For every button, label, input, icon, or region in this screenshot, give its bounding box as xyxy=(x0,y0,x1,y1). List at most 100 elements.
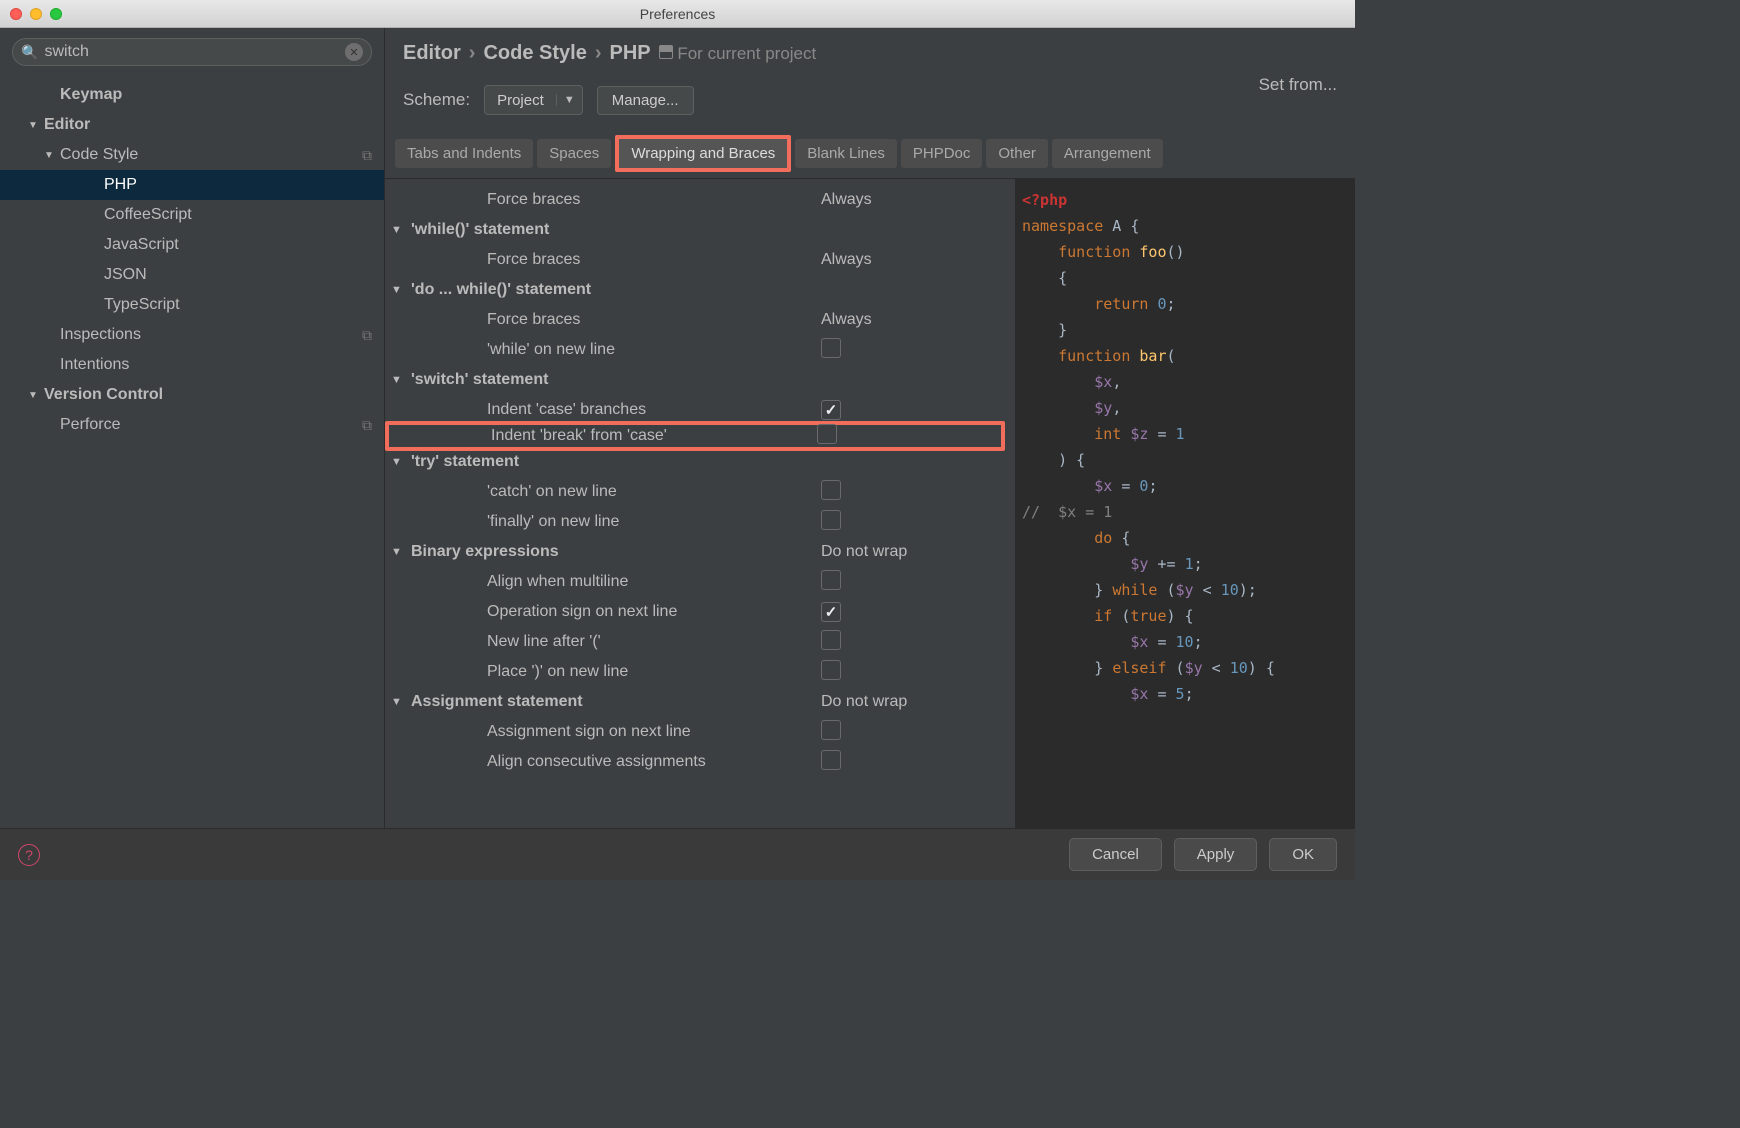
checkbox[interactable] xyxy=(821,602,841,622)
option-place-on-new-line[interactable]: Place ')' on new line xyxy=(385,657,1005,687)
checkbox[interactable] xyxy=(821,720,841,740)
sidebar-item-label: Version Control xyxy=(44,386,163,404)
chevron-right-icon: › xyxy=(469,42,476,65)
option-switch-statement[interactable]: ▼'switch' statement xyxy=(385,365,1005,395)
option-value[interactable]: Always xyxy=(821,191,872,208)
checkbox[interactable] xyxy=(821,660,841,680)
window-title: Preferences xyxy=(0,6,1355,22)
option-binary-expressions[interactable]: ▼Binary expressionsDo not wrap xyxy=(385,537,1005,567)
help-icon[interactable]: ? xyxy=(18,844,40,866)
option-catch-on-new-line[interactable]: 'catch' on new line xyxy=(385,477,1005,507)
settings-tree: Keymap ▼Editor ▼ Code Style ⧉ PHP CoffeeScript… xyxy=(0,76,384,440)
option-force-braces: Force bracesAlways xyxy=(385,305,1005,335)
cancel-button[interactable]: Cancel xyxy=(1069,838,1162,871)
apply-button[interactable]: Apply xyxy=(1174,838,1258,871)
disclosure-icon: ▼ xyxy=(44,150,56,161)
disclosure-icon: ▼ xyxy=(391,456,405,468)
option-new-line-after[interactable]: New line after '(' xyxy=(385,627,1005,657)
checkbox[interactable] xyxy=(821,570,841,590)
sidebar-item-coffeescript[interactable]: CoffeeScript xyxy=(0,200,384,230)
scheme-value: Project xyxy=(485,92,556,109)
disclosure-icon: ▼ xyxy=(391,696,405,708)
sidebar-item-label: Perforce xyxy=(60,416,120,434)
sidebar-item-php[interactable]: PHP xyxy=(0,170,384,200)
sidebar-item-json[interactable]: JSON xyxy=(0,260,384,290)
titlebar: Preferences xyxy=(0,0,1355,28)
search-text-field[interactable] xyxy=(44,43,339,61)
option-while-on-new-line[interactable]: 'while' on new line xyxy=(385,335,1005,365)
tab-arrangement[interactable]: Arrangement xyxy=(1052,139,1163,168)
option-try-statement[interactable]: ▼'try' statement xyxy=(385,447,1005,477)
copy-icon: ⧉ xyxy=(362,417,372,434)
option-value[interactable]: Always xyxy=(821,311,872,328)
checkbox[interactable] xyxy=(821,338,841,358)
option-value[interactable]: Do not wrap xyxy=(821,543,907,560)
sidebar-item-label: JSON xyxy=(104,266,147,284)
option-align-when-multiline[interactable]: Align when multiline xyxy=(385,567,1005,597)
breadcrumb-php: PHP xyxy=(609,42,650,65)
option-do-while-statement[interactable]: ▼'do ... while()' statement xyxy=(385,275,1005,305)
sidebar-item-label: JavaScript xyxy=(104,236,179,254)
sidebar-item-label: Code Style xyxy=(60,146,138,164)
checkbox[interactable] xyxy=(821,630,841,650)
sidebar-item-typescript[interactable]: TypeScript xyxy=(0,290,384,320)
sidebar-item-label: CoffeeScript xyxy=(104,206,192,224)
sidebar-item-intentions[interactable]: Intentions xyxy=(0,350,384,380)
sidebar-item-keymap[interactable]: Keymap xyxy=(0,80,384,110)
tab-tabs-and-indents[interactable]: Tabs and Indents xyxy=(395,139,533,168)
main-panel: Editor › Code Style › PHP For current pr… xyxy=(385,28,1355,828)
sidebar-item-perforce[interactable]: Perforce ⧉ xyxy=(0,410,384,440)
option-assignment-statement[interactable]: ▼Assignment statementDo not wrap xyxy=(385,687,1005,717)
disclosure-icon: ▼ xyxy=(391,374,405,386)
code-preview: <?phpnamespace A { function foo() { retu… xyxy=(1015,179,1355,828)
breadcrumb: Editor › Code Style › PHP For current pr… xyxy=(403,42,816,65)
sidebar-item-version-control[interactable]: ▼ Version Control xyxy=(0,380,384,410)
option-force-braces: Force bracesAlways xyxy=(385,185,1005,215)
tab-phpdoc[interactable]: PHPDoc xyxy=(901,139,983,168)
copy-icon: ⧉ xyxy=(362,147,372,164)
breadcrumb-editor: Editor xyxy=(403,42,461,65)
checkbox[interactable] xyxy=(817,424,837,444)
option-value[interactable]: Always xyxy=(821,251,872,268)
tab-wrapping-and-braces[interactable]: Wrapping and Braces xyxy=(615,135,791,172)
tabs: Tabs and IndentsSpacesWrapping and Brace… xyxy=(385,135,1355,172)
scheme-select[interactable]: Project ▼ xyxy=(484,85,583,115)
chevron-right-icon: › xyxy=(595,42,602,65)
checkbox[interactable] xyxy=(821,510,841,530)
copy-icon: ⧉ xyxy=(362,327,372,344)
scope-badge: For current project xyxy=(659,44,817,64)
option-operation-sign-on-next-line[interactable]: Operation sign on next line xyxy=(385,597,1005,627)
ok-button[interactable]: OK xyxy=(1269,838,1337,871)
option-align-consecutive-assignments[interactable]: Align consecutive assignments xyxy=(385,747,1005,777)
tab-other[interactable]: Other xyxy=(986,139,1048,168)
option-while-statement[interactable]: ▼'while()' statement xyxy=(385,215,1005,245)
breadcrumb-code-style: Code Style xyxy=(483,42,586,65)
checkbox[interactable] xyxy=(821,400,841,420)
search-input[interactable]: 🔍 ✕ xyxy=(12,38,372,66)
set-from-link[interactable]: Set from... xyxy=(1259,75,1337,95)
disclosure-icon: ▼ xyxy=(391,224,405,236)
option-finally-on-new-line[interactable]: 'finally' on new line xyxy=(385,507,1005,537)
disclosure-icon: ▼ xyxy=(28,390,40,401)
dialog-footer: ? Cancel Apply OK xyxy=(0,828,1355,880)
tab-spaces[interactable]: Spaces xyxy=(537,139,611,168)
sidebar-item-inspections[interactable]: Inspections⧉ xyxy=(0,320,384,350)
checkbox[interactable] xyxy=(821,750,841,770)
chevron-down-icon: ▼ xyxy=(556,94,582,106)
sidebar-item-javascript[interactable]: JavaScript xyxy=(0,230,384,260)
tab-blank-lines[interactable]: Blank Lines xyxy=(795,139,897,168)
project-icon xyxy=(659,45,673,59)
sidebar: 🔍 ✕ Keymap ▼Editor ▼ Code Style ⧉ PHP CoffeeSc… xyxy=(0,28,385,828)
option-assignment-sign-on-next-line[interactable]: Assignment sign on next line xyxy=(385,717,1005,747)
options-panel: Force bracesAlways▼'while()' statementFo… xyxy=(385,179,1015,828)
search-icon: 🔍 xyxy=(21,44,38,61)
manage-button[interactable]: Manage... xyxy=(597,86,694,115)
clear-search-icon[interactable]: ✕ xyxy=(345,43,363,61)
sidebar-item-label: PHP xyxy=(104,176,137,194)
scheme-label: Scheme: xyxy=(403,90,470,110)
sidebar-item-label: Keymap xyxy=(60,86,122,104)
sidebar-item-code-style[interactable]: ▼ Code Style ⧉ xyxy=(0,140,384,170)
sidebar-item-editor[interactable]: ▼Editor xyxy=(0,110,384,140)
checkbox[interactable] xyxy=(821,480,841,500)
option-value[interactable]: Do not wrap xyxy=(821,693,907,710)
